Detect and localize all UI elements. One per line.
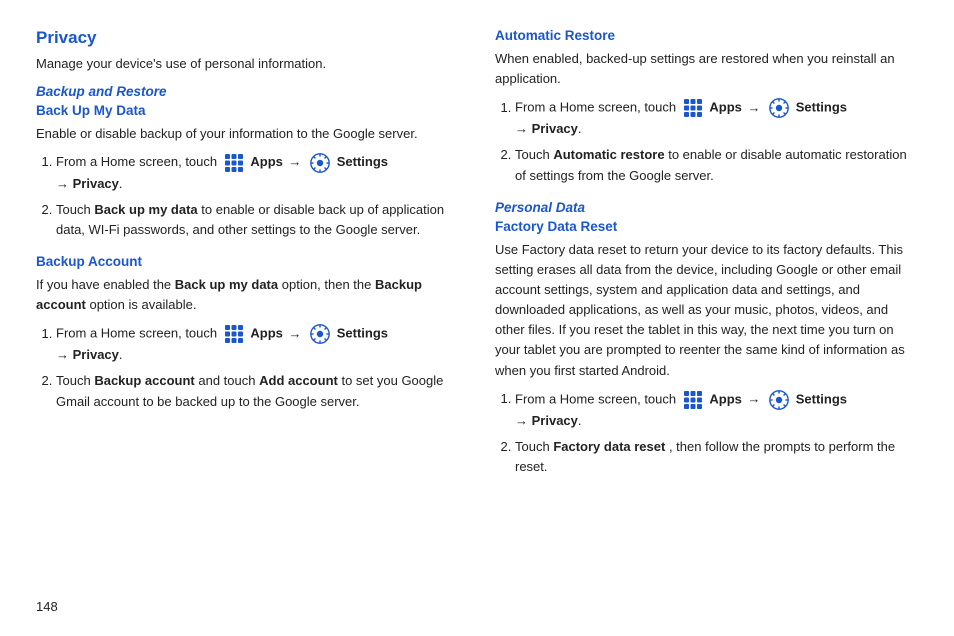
auto-restore-steps: From a Home screen, touch: [515, 97, 918, 185]
auto-restore-step2: Touch Automatic restore to enable or dis…: [515, 145, 918, 185]
apps-grid-icon-4: [682, 389, 704, 411]
personal-data-label: Personal Data: [495, 200, 918, 215]
factory-body: Use Factory data reset to return your de…: [495, 240, 918, 381]
right-column: Automatic Restore When enabled, backed-u…: [495, 28, 918, 491]
factory-steps: From a Home screen, touch: [515, 389, 918, 477]
page-number: 148: [36, 599, 58, 614]
settings-gear-icon-2: [309, 323, 331, 345]
settings-gear-icon-4: [768, 389, 790, 411]
privacy-title: Privacy: [36, 28, 459, 48]
personal-data-block: Personal Data Factory Data Reset Use Fac…: [495, 200, 918, 477]
apps-grid-icon-3: [682, 97, 704, 119]
automatic-restore-block: Automatic Restore When enabled, backed-u…: [495, 28, 918, 186]
apps-grid-icon-2: [223, 323, 245, 345]
settings-gear-icon-1: [309, 152, 331, 174]
settings-gear-icon-3: [768, 97, 790, 119]
back-up-step1: From a Home screen, touch: [56, 152, 459, 194]
backup-account-steps: From a Home screen, touch: [56, 323, 459, 411]
back-up-my-data-label: Back Up My Data: [36, 103, 459, 118]
factory-step1: From a Home screen, touch: [515, 389, 918, 431]
backup-restore-block: Backup and Restore Back Up My Data Enabl…: [36, 84, 459, 241]
backup-acct-step1: From a Home screen, touch: [56, 323, 459, 365]
factory-data-reset-label: Factory Data Reset: [495, 219, 918, 234]
factory-step2: Touch Factory data reset , then follow t…: [515, 437, 918, 477]
auto-restore-step1: From a Home screen, touch: [515, 97, 918, 139]
auto-restore-body: When enabled, backed-up settings are res…: [495, 49, 918, 89]
automatic-restore-label: Automatic Restore: [495, 28, 918, 43]
left-column: Privacy Manage your device's use of pers…: [36, 28, 459, 491]
back-up-step2: Touch Back up my data to enable or disab…: [56, 200, 459, 240]
backup-restore-label: Backup and Restore: [36, 84, 459, 99]
back-up-steps: From a Home screen, touch: [56, 152, 459, 240]
backup-account-label: Backup Account: [36, 254, 459, 269]
page-layout: Privacy Manage your device's use of pers…: [36, 28, 918, 491]
backup-account-body: If you have enabled the Back up my data …: [36, 275, 459, 315]
backup-acct-step2: Touch Backup account and touch Add accou…: [56, 371, 459, 411]
back-up-step1-text: From a Home screen, touch: [56, 154, 388, 191]
privacy-intro: Manage your device's use of personal inf…: [36, 54, 459, 74]
backup-account-block: Backup Account If you have enabled the B…: [36, 254, 459, 412]
back-up-body: Enable or disable backup of your informa…: [36, 124, 459, 144]
apps-grid-icon-1: [223, 152, 245, 174]
